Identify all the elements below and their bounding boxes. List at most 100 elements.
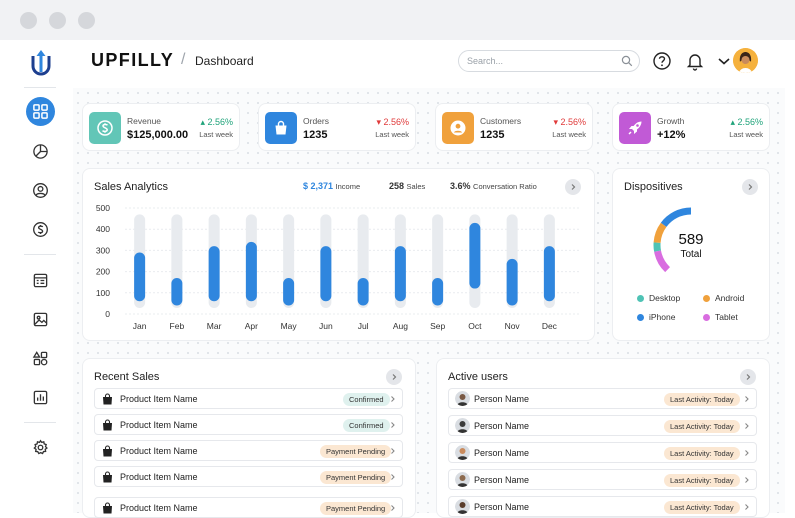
stat-label: Customers	[480, 116, 522, 126]
sidebar-item-invoices[interactable]	[26, 266, 55, 295]
stat-card-customers[interactable]: Customers 1235 ▾ 2.56% Last week	[435, 103, 593, 151]
recent-sales-more-button[interactable]	[386, 369, 402, 385]
stat-value: 1235	[303, 129, 328, 141]
shopping-bag-icon	[275, 120, 287, 135]
avatar	[455, 445, 470, 460]
x-tick-label: Oct	[468, 321, 482, 331]
activity-badge: Last Activity: Today	[664, 420, 740, 433]
list-item[interactable]: Product Item Name Confirmed	[94, 388, 403, 409]
bar-feb[interactable]	[171, 277, 183, 306]
window-dot-minimize[interactable]	[49, 12, 66, 29]
sidebar-item-gallery[interactable]	[26, 305, 55, 334]
apps-shapes-icon	[32, 351, 48, 366]
legend-dot	[637, 295, 644, 302]
y-tick-label: 400	[96, 224, 110, 234]
browser-window: UPFILLY / Dashboard Revenue $125,000.00 ▴ …	[0, 0, 795, 518]
search-icon[interactable]	[621, 55, 633, 67]
y-tick-label: 500	[96, 203, 110, 213]
stat-card-revenue[interactable]: Revenue $125,000.00 ▴ 2.56% Last week	[82, 103, 240, 151]
sidebar-item-reports[interactable]	[26, 137, 55, 166]
bar-sep[interactable]	[432, 277, 444, 306]
sidebar-item-dashboard[interactable]	[26, 97, 55, 126]
bar-jan[interactable]	[134, 252, 146, 302]
legend-item-android: Android	[703, 293, 744, 303]
ratio-value: 3.6%	[450, 181, 471, 191]
brand-logo-icon[interactable]	[28, 48, 54, 76]
product-name: Product Item Name	[120, 472, 198, 482]
x-tick-label: Apr	[245, 321, 258, 331]
main-content: Revenue $125,000.00 ▴ 2.56% Last week Orders…	[73, 88, 785, 518]
sidebar-item-finance[interactable]	[26, 215, 55, 244]
status-badge: Payment Pending	[320, 502, 392, 515]
help-icon[interactable]	[652, 51, 672, 71]
stat-period: Last week	[199, 130, 233, 139]
y-tick-label: 300	[96, 245, 110, 255]
stat-icon-tile	[265, 112, 297, 144]
stat-card-orders[interactable]: Orders 1235 ▾ 2.56% Last week	[258, 103, 416, 151]
bar-mar[interactable]	[208, 246, 220, 302]
sales-analytics-card: Sales Analytics $ 2,371 Income 258 Sales…	[82, 168, 595, 341]
bar-jun[interactable]	[320, 246, 332, 302]
chevron-right-icon	[391, 422, 395, 428]
chevron-down-icon[interactable]	[714, 51, 734, 71]
bar-dec[interactable]	[543, 246, 555, 302]
devices-title: Dispositives	[624, 181, 683, 193]
status-badge: Payment Pending	[320, 445, 392, 458]
activity-badge: Last Activity: Today	[664, 447, 740, 460]
stat-value: $125,000.00	[127, 129, 189, 141]
y-tick-label: 100	[96, 288, 110, 298]
sidebar-item-settings[interactable]	[26, 433, 55, 462]
sidebar-item-apps[interactable]	[26, 344, 55, 373]
list-item[interactable]: Product Item Name Confirmed	[94, 414, 403, 435]
pie-chart-icon	[33, 144, 48, 159]
stat-label: Growth	[657, 116, 685, 126]
window-dot-maximize[interactable]	[78, 12, 95, 29]
bar-chart-icon	[33, 390, 48, 405]
list-item[interactable]: Person Name Last Activity: Today	[448, 388, 757, 409]
stat-delta: ▾ 2.56%	[376, 117, 409, 127]
legend-label: Tablet	[715, 312, 738, 322]
list-item[interactable]: Product Item Name Payment Pending	[94, 440, 403, 461]
status-badge: Confirmed	[343, 419, 390, 432]
income-value: $ 2,371	[303, 181, 334, 191]
list-item[interactable]: Product Item Name Payment Pending	[94, 497, 403, 518]
bar-may[interactable]	[283, 277, 295, 306]
user-circle-icon	[33, 183, 48, 198]
list-item[interactable]: Person Name Last Activity: Today	[448, 442, 757, 463]
list-item[interactable]: Product Item Name Payment Pending	[94, 466, 403, 487]
sidebar-item-users[interactable]	[26, 176, 55, 205]
devices-more-button[interactable]	[742, 179, 758, 195]
bar-aug[interactable]	[394, 246, 406, 302]
devices-card: Dispositives 589 Total Desktop Android iPh…	[612, 168, 770, 341]
sales-more-button[interactable]	[565, 179, 581, 195]
bar-apr[interactable]	[245, 241, 257, 302]
search-input[interactable]	[467, 54, 617, 68]
sidebar-divider	[24, 422, 56, 423]
brand-name[interactable]: UPFILLY	[91, 50, 174, 71]
sidebar	[0, 40, 80, 513]
sidebar-item-statistics[interactable]	[26, 383, 55, 412]
sales-label: Sales	[406, 182, 426, 191]
avatar[interactable]	[733, 48, 758, 73]
avatar	[455, 472, 470, 487]
bell-icon[interactable]	[685, 51, 705, 71]
stat-card-growth[interactable]: Growth +12% ▴ 2.56% Last week	[612, 103, 770, 151]
bar-jul[interactable]	[357, 277, 369, 306]
shopping-bag-icon	[103, 471, 112, 483]
stat-icon-tile	[89, 112, 121, 144]
avatar	[455, 499, 470, 514]
chevron-right-icon	[748, 184, 753, 190]
window-dot-close[interactable]	[20, 12, 37, 29]
ratio-metric: 3.6% Conversation Ratio	[450, 181, 537, 191]
legend-label: Desktop	[649, 293, 681, 303]
bar-nov[interactable]	[506, 258, 518, 306]
income-metric: $ 2,371 Income	[303, 181, 360, 191]
stat-value: +12%	[657, 129, 686, 141]
active-users-more-button[interactable]	[740, 369, 756, 385]
list-item[interactable]: Person Name Last Activity: Today	[448, 415, 757, 436]
bar-oct[interactable]	[469, 222, 481, 289]
dollar-circle-icon	[33, 222, 48, 237]
list-item[interactable]: Person Name Last Activity: Today	[448, 469, 757, 490]
chevron-right-icon	[745, 477, 749, 483]
list-item[interactable]: Person Name Last Activity: Today	[448, 496, 757, 517]
